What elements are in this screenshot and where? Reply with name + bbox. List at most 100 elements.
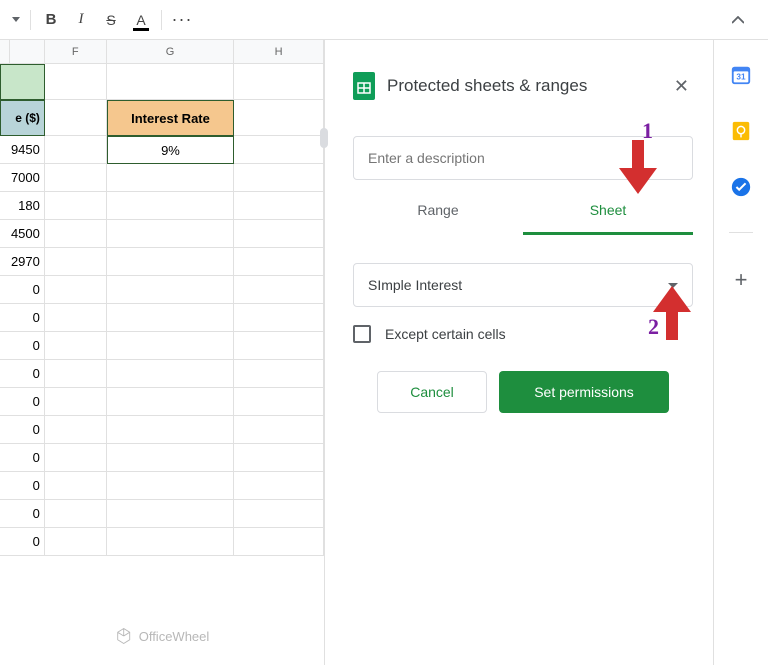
col-header-f[interactable]: F xyxy=(45,40,107,63)
cell[interactable] xyxy=(45,276,107,304)
cell[interactable] xyxy=(234,276,324,304)
col-header-h[interactable]: H xyxy=(234,40,324,63)
cell[interactable]: 0 xyxy=(0,388,45,416)
close-button[interactable]: ✕ xyxy=(670,72,693,101)
cell[interactable] xyxy=(234,192,324,220)
cell[interactable] xyxy=(107,360,235,388)
cell[interactable] xyxy=(234,248,324,276)
cell[interactable] xyxy=(234,332,324,360)
tab-range[interactable]: Range xyxy=(353,188,523,235)
cell[interactable] xyxy=(107,528,235,556)
cell[interactable]: 180 xyxy=(0,192,45,220)
collapse-toolbar-button[interactable] xyxy=(724,6,752,34)
cell[interactable] xyxy=(45,360,107,388)
cell[interactable] xyxy=(234,444,324,472)
spreadsheet-grid[interactable]: F G H e ($) Interest Rate 9450 9% xyxy=(0,40,325,665)
cell[interactable] xyxy=(234,220,324,248)
cell[interactable]: 0 xyxy=(0,500,45,528)
grid-body: e ($) Interest Rate 9450 9% 7000 180 450… xyxy=(0,64,324,556)
cell[interactable] xyxy=(107,192,235,220)
cell[interactable] xyxy=(45,220,107,248)
cell[interactable] xyxy=(234,360,324,388)
cell[interactable] xyxy=(45,136,107,164)
cell[interactable] xyxy=(45,332,107,360)
cell[interactable] xyxy=(234,388,324,416)
cell[interactable]: 7000 xyxy=(0,164,45,192)
cell[interactable] xyxy=(45,64,107,100)
interest-rate-header[interactable]: Interest Rate xyxy=(107,100,235,136)
cell[interactable] xyxy=(45,164,107,192)
cell[interactable]: 2970 xyxy=(0,248,45,276)
cell[interactable] xyxy=(107,388,235,416)
col-corner xyxy=(0,40,10,63)
tasks-icon[interactable] xyxy=(730,176,752,198)
cell[interactable]: 0 xyxy=(0,444,45,472)
toolbar: B I S A ··· xyxy=(0,0,768,40)
cell[interactable] xyxy=(234,416,324,444)
cell[interactable] xyxy=(234,100,324,136)
cell[interactable]: 4500 xyxy=(0,220,45,248)
cell[interactable]: 0 xyxy=(0,360,45,388)
side-panel-rail: 31 + xyxy=(714,40,768,665)
cell[interactable] xyxy=(45,528,107,556)
cell[interactable] xyxy=(45,500,107,528)
cell[interactable] xyxy=(107,472,235,500)
cell[interactable] xyxy=(107,416,235,444)
cell[interactable] xyxy=(107,164,235,192)
watermark: OfficeWheel xyxy=(115,627,210,645)
cell[interactable] xyxy=(234,64,324,100)
cell[interactable] xyxy=(45,248,107,276)
cell[interactable]: 0 xyxy=(0,304,45,332)
cell[interactable] xyxy=(107,304,235,332)
cancel-button[interactable]: Cancel xyxy=(377,371,487,413)
cell[interactable] xyxy=(234,164,324,192)
sheets-icon xyxy=(353,72,375,100)
cell[interactable] xyxy=(234,500,324,528)
add-button[interactable]: + xyxy=(735,267,748,293)
cell[interactable] xyxy=(234,136,324,164)
cell[interactable]: 0 xyxy=(0,472,45,500)
except-cells-checkbox[interactable] xyxy=(353,325,371,343)
cell[interactable] xyxy=(107,248,235,276)
cell[interactable] xyxy=(234,472,324,500)
sheet-dropdown[interactable]: SImple Interest xyxy=(353,263,693,307)
text-color-button[interactable]: A xyxy=(127,6,155,34)
cell[interactable]: 0 xyxy=(0,276,45,304)
toolbar-dropdown[interactable] xyxy=(8,13,24,26)
cell[interactable] xyxy=(45,304,107,332)
bold-button[interactable]: B xyxy=(37,6,65,34)
cell[interactable] xyxy=(107,220,235,248)
cell[interactable] xyxy=(234,528,324,556)
cell-header[interactable]: e ($) xyxy=(0,100,45,136)
cell[interactable] xyxy=(45,472,107,500)
except-cells-label: Except certain cells xyxy=(385,326,506,342)
cell[interactable] xyxy=(107,332,235,360)
cell[interactable] xyxy=(107,64,235,100)
cell[interactable] xyxy=(45,100,107,136)
cell[interactable]: 9450 xyxy=(0,136,45,164)
cell[interactable]: 0 xyxy=(0,332,45,360)
interest-rate-value[interactable]: 9% xyxy=(107,136,235,164)
cell[interactable]: 0 xyxy=(0,528,45,556)
cell[interactable] xyxy=(45,388,107,416)
col-header-e[interactable] xyxy=(10,40,45,63)
strikethrough-button[interactable]: S xyxy=(97,6,125,34)
cell[interactable] xyxy=(107,444,235,472)
col-header-g[interactable]: G xyxy=(107,40,235,63)
keep-icon[interactable] xyxy=(730,120,752,142)
cell[interactable] xyxy=(45,192,107,220)
cell[interactable] xyxy=(45,416,107,444)
cell[interactable] xyxy=(234,304,324,332)
calendar-icon[interactable]: 31 xyxy=(730,64,752,86)
cell[interactable] xyxy=(45,444,107,472)
tab-sheet[interactable]: Sheet xyxy=(523,188,693,235)
cell[interactable] xyxy=(0,64,45,100)
cell[interactable]: 0 xyxy=(0,416,45,444)
protected-sheets-panel: Protected sheets & ranges ✕ Range Sheet … xyxy=(325,40,714,665)
set-permissions-button[interactable]: Set permissions xyxy=(499,371,669,413)
cell[interactable] xyxy=(107,276,235,304)
cell[interactable] xyxy=(107,500,235,528)
arrow-up-icon xyxy=(653,286,691,340)
more-button[interactable]: ··· xyxy=(168,6,196,34)
italic-button[interactable]: I xyxy=(67,6,95,34)
